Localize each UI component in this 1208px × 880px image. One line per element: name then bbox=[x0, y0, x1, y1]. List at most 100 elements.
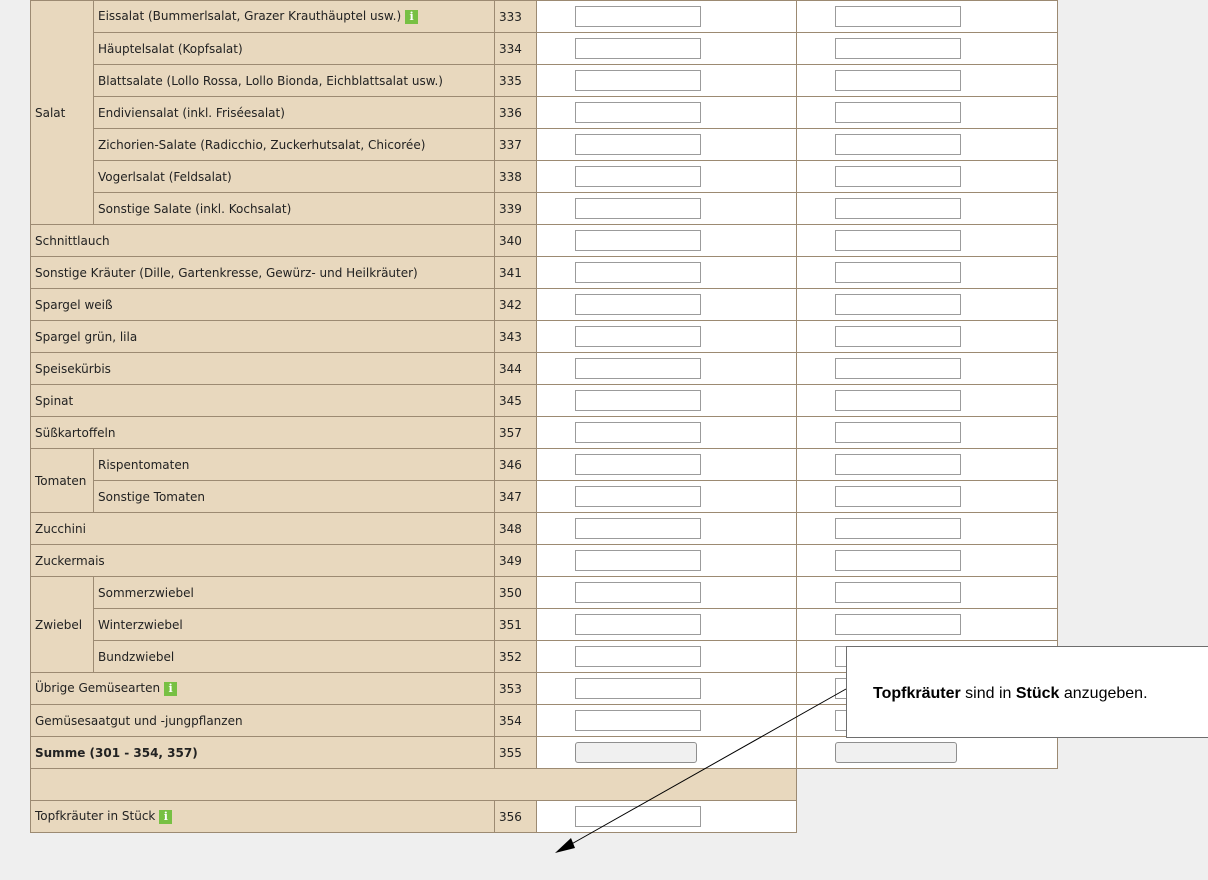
table-row: Salat Eissalat (Bummerlsalat, Grazer Kra… bbox=[30, 0, 1058, 225]
row-code: 337 bbox=[494, 128, 537, 161]
sum-field-col2 bbox=[835, 742, 957, 763]
row-code: 353 bbox=[494, 672, 537, 705]
area-input-col1[interactable] bbox=[575, 646, 701, 667]
input-cell bbox=[536, 96, 797, 129]
row-label: Gemüsesaatgut und -jungpflanzen bbox=[30, 704, 495, 737]
area-input-col1[interactable] bbox=[575, 230, 701, 251]
area-input-col2[interactable] bbox=[835, 422, 961, 443]
area-input-col1[interactable] bbox=[575, 582, 701, 603]
area-input-col2[interactable] bbox=[835, 70, 961, 91]
area-input-col1[interactable] bbox=[575, 710, 701, 731]
area-input-col2[interactable] bbox=[835, 38, 961, 59]
area-input-col2[interactable] bbox=[835, 326, 961, 347]
row-code: 356 bbox=[494, 800, 537, 833]
row-label: Häuptelsalat (Kopfsalat) bbox=[93, 32, 495, 65]
input-cell bbox=[796, 608, 1058, 641]
row-label: Rispentomaten bbox=[93, 448, 495, 481]
row-label: Übrige Gemüsearten i bbox=[30, 672, 495, 705]
row-code: 350 bbox=[494, 576, 537, 609]
area-input-col1[interactable] bbox=[575, 38, 701, 59]
input-cell bbox=[536, 32, 797, 65]
row-label: Spinat bbox=[30, 384, 495, 417]
area-input-col2[interactable] bbox=[835, 390, 961, 411]
area-input-col2[interactable] bbox=[835, 582, 961, 603]
area-input-col1[interactable] bbox=[575, 262, 701, 283]
callout-bold-stueck: Stück bbox=[1015, 685, 1060, 702]
area-input-col1[interactable] bbox=[575, 358, 701, 379]
area-input-col2[interactable] bbox=[835, 166, 961, 187]
input-cell bbox=[536, 352, 797, 385]
row-code: 336 bbox=[494, 96, 537, 129]
table-row: Zucchini 348 bbox=[30, 512, 1058, 545]
area-input-col1[interactable] bbox=[575, 102, 701, 123]
table-row: Sonstige Salate (inkl. Kochsalat) 339 bbox=[31, 192, 1058, 225]
info-icon[interactable]: i bbox=[159, 809, 173, 824]
row-label: Zichorien-Salate (Radicchio, Zuckerhutsa… bbox=[93, 128, 495, 161]
table-row: Tomaten Rispentomaten 346 bbox=[30, 448, 1058, 513]
input-cell bbox=[796, 32, 1058, 65]
area-input-col1[interactable] bbox=[575, 550, 701, 571]
area-input-col2[interactable] bbox=[835, 614, 961, 635]
area-input-col1[interactable] bbox=[575, 390, 701, 411]
row-code: 354 bbox=[494, 704, 537, 737]
row-code: 334 bbox=[494, 32, 537, 65]
area-input-col2[interactable] bbox=[835, 6, 961, 27]
table-row: Zichorien-Salate (Radicchio, Zuckerhutsa… bbox=[31, 128, 1058, 161]
area-input-col1[interactable] bbox=[575, 326, 701, 347]
area-input-col2[interactable] bbox=[835, 294, 961, 315]
sum-field-col1 bbox=[575, 742, 697, 763]
area-input-col2[interactable] bbox=[835, 198, 961, 219]
area-input-col2[interactable] bbox=[835, 134, 961, 155]
callout-bold-topfkraeuter: Topfkräuter bbox=[873, 685, 961, 702]
area-input-col1[interactable] bbox=[575, 6, 701, 27]
input-cell bbox=[536, 736, 797, 769]
input-cell bbox=[536, 256, 797, 289]
area-input-col1[interactable] bbox=[575, 678, 701, 699]
table-row: Spinat 345 bbox=[30, 384, 1058, 417]
area-input-col1[interactable] bbox=[575, 166, 701, 187]
area-input-col2[interactable] bbox=[835, 550, 961, 571]
input-cell bbox=[536, 544, 797, 577]
area-input-col1[interactable] bbox=[575, 70, 701, 91]
area-input-col1[interactable] bbox=[575, 134, 701, 155]
row-label: Vogerlsalat (Feldsalat) bbox=[93, 160, 495, 193]
area-input-col1[interactable] bbox=[575, 294, 701, 315]
table-row: Spargel grün, lila 343 bbox=[30, 320, 1058, 353]
row-code: 338 bbox=[494, 160, 537, 193]
row-label: Endiviensalat (inkl. Friséesalat) bbox=[93, 96, 495, 129]
spacer bbox=[30, 768, 797, 801]
input-cell bbox=[796, 352, 1058, 385]
area-input-col1[interactable] bbox=[575, 198, 701, 219]
info-icon[interactable]: i bbox=[164, 681, 178, 696]
area-input-col1[interactable] bbox=[575, 614, 701, 635]
topfkraeuter-count-input[interactable] bbox=[575, 806, 701, 827]
row-code: 340 bbox=[494, 224, 537, 257]
row-label: Winterzwiebel bbox=[93, 608, 495, 641]
input-cell bbox=[796, 64, 1058, 97]
area-input-col1[interactable] bbox=[575, 518, 701, 539]
sum-label: Summe (301 - 354, 357) bbox=[30, 736, 495, 769]
row-code: 345 bbox=[494, 384, 537, 417]
area-input-col2[interactable] bbox=[835, 454, 961, 475]
input-cell bbox=[796, 192, 1058, 225]
row-code: 348 bbox=[494, 512, 537, 545]
row-code: 346 bbox=[494, 448, 537, 481]
input-cell bbox=[796, 736, 1058, 769]
area-input-col2[interactable] bbox=[835, 486, 961, 507]
area-input-col1[interactable] bbox=[575, 454, 701, 475]
row-label: Schnittlauch bbox=[30, 224, 495, 257]
row-code: 344 bbox=[494, 352, 537, 385]
area-input-col2[interactable] bbox=[835, 262, 961, 283]
row-label: Sonstige Kräuter (Dille, Gartenkresse, G… bbox=[30, 256, 495, 289]
input-cell bbox=[536, 512, 797, 545]
area-input-col1[interactable] bbox=[575, 422, 701, 443]
area-input-col2[interactable] bbox=[835, 518, 961, 539]
area-input-col2[interactable] bbox=[835, 102, 961, 123]
info-icon[interactable]: i bbox=[405, 9, 419, 24]
group-label-tomaten: Tomaten bbox=[30, 448, 94, 513]
input-cell bbox=[796, 224, 1058, 257]
group-label-salat: Salat bbox=[30, 0, 94, 225]
area-input-col1[interactable] bbox=[575, 486, 701, 507]
area-input-col2[interactable] bbox=[835, 358, 961, 379]
area-input-col2[interactable] bbox=[835, 230, 961, 251]
